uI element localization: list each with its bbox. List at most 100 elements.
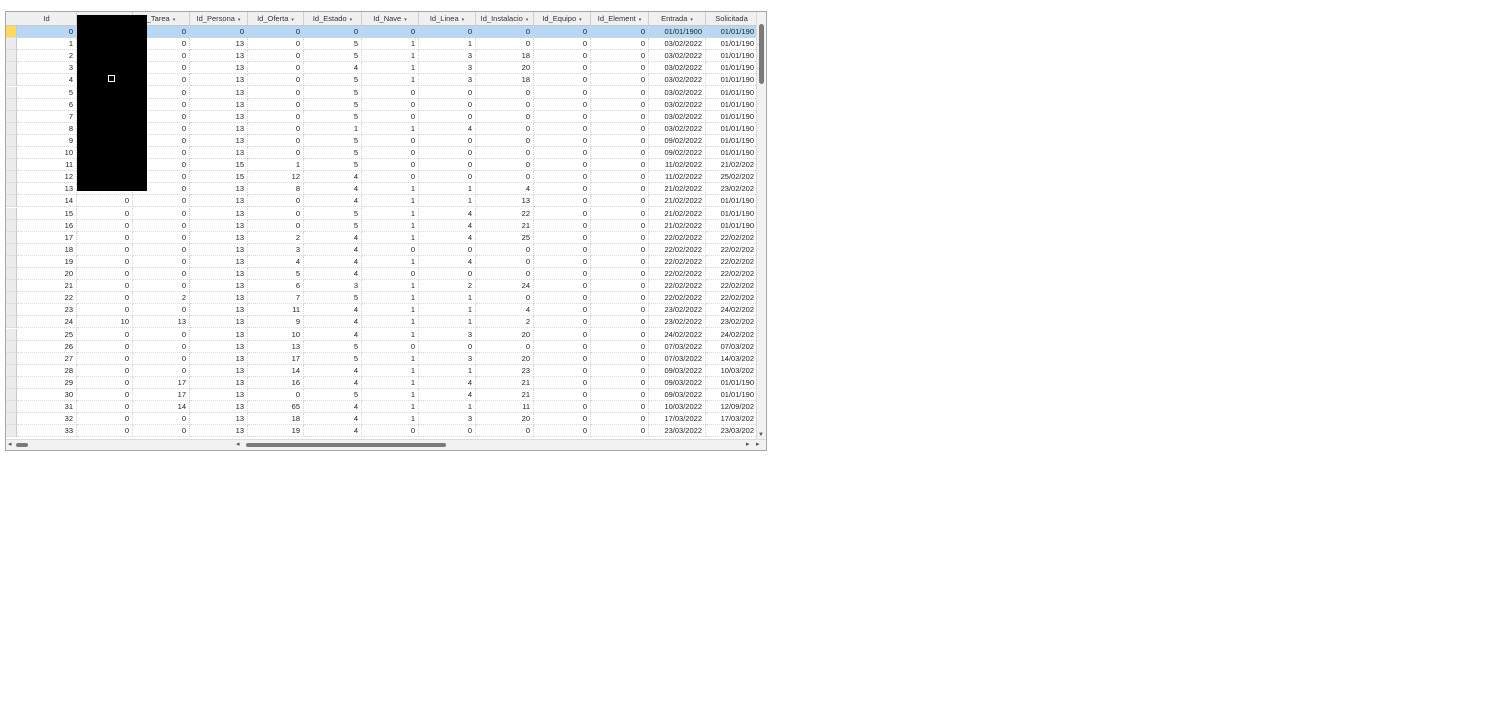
row-selector[interactable] — [6, 38, 17, 51]
row-selector[interactable] — [6, 316, 17, 329]
cell-nave[interactable]: 0 — [362, 98, 419, 111]
cell-id[interactable]: 5 — [17, 86, 77, 99]
row-selector[interactable] — [6, 195, 17, 208]
cell-oferta[interactable]: 0 — [248, 26, 304, 39]
cell-nave[interactable]: 1 — [362, 122, 419, 135]
table-row[interactable]: 31 0 14 13 65 4 1 1 11 0 0 10/03/2022 12/09/202 — [6, 401, 758, 414]
cell-persona[interactable]: 13 — [190, 340, 248, 353]
cell-equipo[interactable]: 0 — [534, 243, 591, 256]
cell-nave[interactable]: 0 — [362, 340, 419, 353]
cell-nave[interactable]: 1 — [362, 195, 419, 208]
cell-elemento[interactable]: 0 — [591, 147, 649, 160]
cell-id[interactable]: 10 — [17, 147, 77, 160]
cell-instalacion[interactable]: 4 — [476, 304, 534, 317]
cell-estado[interactable]: 4 — [304, 231, 362, 244]
cell-solicitada[interactable]: 21/02/202 — [706, 159, 758, 172]
table-row[interactable]: 17 0 0 13 2 4 1 4 25 0 0 22/02/2022 22/02/202 — [6, 231, 758, 244]
cell-oferta[interactable]: 10 — [248, 328, 304, 341]
cell-persona[interactable]: 13 — [190, 352, 248, 365]
cell-solicitada[interactable]: 22/02/202 — [706, 268, 758, 281]
scroll-left-arrow-icon[interactable]: ◂ — [236, 440, 240, 450]
row-selector[interactable] — [6, 26, 17, 39]
cell-redacted[interactable]: 0 — [77, 389, 133, 402]
table-row[interactable]: 14 0 0 13 0 4 1 1 13 0 0 21/02/2022 01/01/190 — [6, 195, 758, 208]
cell-nave[interactable]: 1 — [362, 50, 419, 63]
table-row[interactable]: 26 0 0 13 13 5 0 0 0 0 0 07/03/2022 07/03/202 — [6, 340, 758, 353]
cell-redacted[interactable]: 10 — [77, 316, 133, 329]
cell-equipo[interactable]: 0 — [534, 364, 591, 377]
cell-entrada[interactable]: 09/03/2022 — [649, 376, 706, 389]
cell-redacted[interactable]: 0 — [77, 243, 133, 256]
cell-equipo[interactable]: 0 — [534, 183, 591, 196]
horizontal-scrollbar[interactable]: ◂ ◂ ▸ ▸ — [6, 439, 766, 450]
cell-id[interactable]: 7 — [17, 110, 77, 123]
cell-nave[interactable]: 1 — [362, 328, 419, 341]
cell-estado[interactable]: 5 — [304, 389, 362, 402]
row-selector[interactable] — [6, 340, 17, 353]
cell-elemento[interactable]: 0 — [591, 159, 649, 172]
cell-instalacion[interactable]: 0 — [476, 98, 534, 111]
cell-entrada[interactable]: 21/02/2022 — [649, 183, 706, 196]
cell-solicitada[interactable]: 01/01/190 — [706, 86, 758, 99]
cell-persona[interactable]: 13 — [190, 292, 248, 305]
cell-solicitada[interactable]: 01/01/190 — [706, 389, 758, 402]
cell-linea[interactable]: 0 — [419, 26, 476, 39]
cell-nave[interactable]: 0 — [362, 110, 419, 123]
cell-nave[interactable]: 0 — [362, 171, 419, 184]
cell-oferta[interactable]: 0 — [248, 389, 304, 402]
cell-elemento[interactable]: 0 — [591, 183, 649, 196]
cell-estado[interactable]: 4 — [304, 364, 362, 377]
dropdown-arrow-icon[interactable]: ▾ — [462, 17, 465, 23]
cell-tarea[interactable]: 0 — [133, 352, 190, 365]
cell-id[interactable]: 18 — [17, 243, 77, 256]
cell-entrada[interactable]: 03/02/2022 — [649, 86, 706, 99]
column-header-nave[interactable]: Id_Nave ▾ — [362, 12, 419, 25]
cell-nave[interactable]: 1 — [362, 280, 419, 293]
cell-persona[interactable]: 13 — [190, 364, 248, 377]
cell-redacted[interactable]: 0 — [77, 425, 133, 438]
cell-solicitada[interactable]: 17/03/202 — [706, 413, 758, 426]
cell-id[interactable]: 27 — [17, 352, 77, 365]
cell-nave[interactable]: 1 — [362, 292, 419, 305]
cell-linea[interactable]: 0 — [419, 147, 476, 160]
cell-instalacion[interactable]: 20 — [476, 413, 534, 426]
cell-nave[interactable]: 1 — [362, 316, 419, 329]
cell-estado[interactable]: 4 — [304, 401, 362, 414]
dropdown-arrow-icon[interactable]: ▾ — [579, 17, 582, 23]
cell-nave[interactable]: 1 — [362, 255, 419, 268]
cell-tarea[interactable]: 0 — [133, 425, 190, 438]
cell-oferta[interactable]: 11 — [248, 304, 304, 317]
cell-solicitada[interactable]: 14/03/202 — [706, 352, 758, 365]
cell-id[interactable]: 26 — [17, 340, 77, 353]
cell-entrada[interactable]: 22/02/2022 — [649, 231, 706, 244]
row-selector[interactable] — [6, 364, 17, 377]
cell-persona[interactable]: 13 — [190, 268, 248, 281]
cell-id[interactable]: 3 — [17, 62, 77, 75]
cell-equipo[interactable]: 0 — [534, 425, 591, 438]
cell-equipo[interactable]: 0 — [534, 159, 591, 172]
datasheet-view[interactable]: Id _Tarea ▾ Id_Persona ▾ Id_Oferta ▾ Id_Estado ▾… — [5, 11, 767, 451]
cell-linea[interactable]: 4 — [419, 122, 476, 135]
cell-persona[interactable]: 13 — [190, 147, 248, 160]
table-row[interactable]: 25 0 0 13 10 4 1 3 20 0 0 24/02/2022 24/02/202 — [6, 328, 758, 341]
cell-equipo[interactable]: 0 — [534, 147, 591, 160]
cell-id[interactable]: 11 — [17, 159, 77, 172]
dropdown-arrow-icon[interactable]: ▾ — [690, 17, 693, 23]
row-selector[interactable] — [6, 292, 17, 305]
cell-instalacion[interactable]: 0 — [476, 268, 534, 281]
cell-linea[interactable]: 4 — [419, 255, 476, 268]
row-selector[interactable] — [6, 231, 17, 244]
cell-tarea[interactable]: 14 — [133, 401, 190, 414]
cell-solicitada[interactable]: 01/01/190 — [706, 98, 758, 111]
cell-estado[interactable]: 5 — [304, 38, 362, 51]
cell-equipo[interactable]: 0 — [534, 292, 591, 305]
cell-persona[interactable]: 15 — [190, 159, 248, 172]
cell-persona[interactable]: 13 — [190, 110, 248, 123]
cell-persona[interactable]: 13 — [190, 74, 248, 87]
cell-entrada[interactable]: 11/02/2022 — [649, 159, 706, 172]
cell-entrada[interactable]: 21/02/2022 — [649, 219, 706, 232]
cell-nave[interactable]: 1 — [362, 207, 419, 220]
cell-instalacion[interactable]: 24 — [476, 280, 534, 293]
cell-elemento[interactable]: 0 — [591, 401, 649, 414]
cell-id[interactable]: 24 — [17, 316, 77, 329]
